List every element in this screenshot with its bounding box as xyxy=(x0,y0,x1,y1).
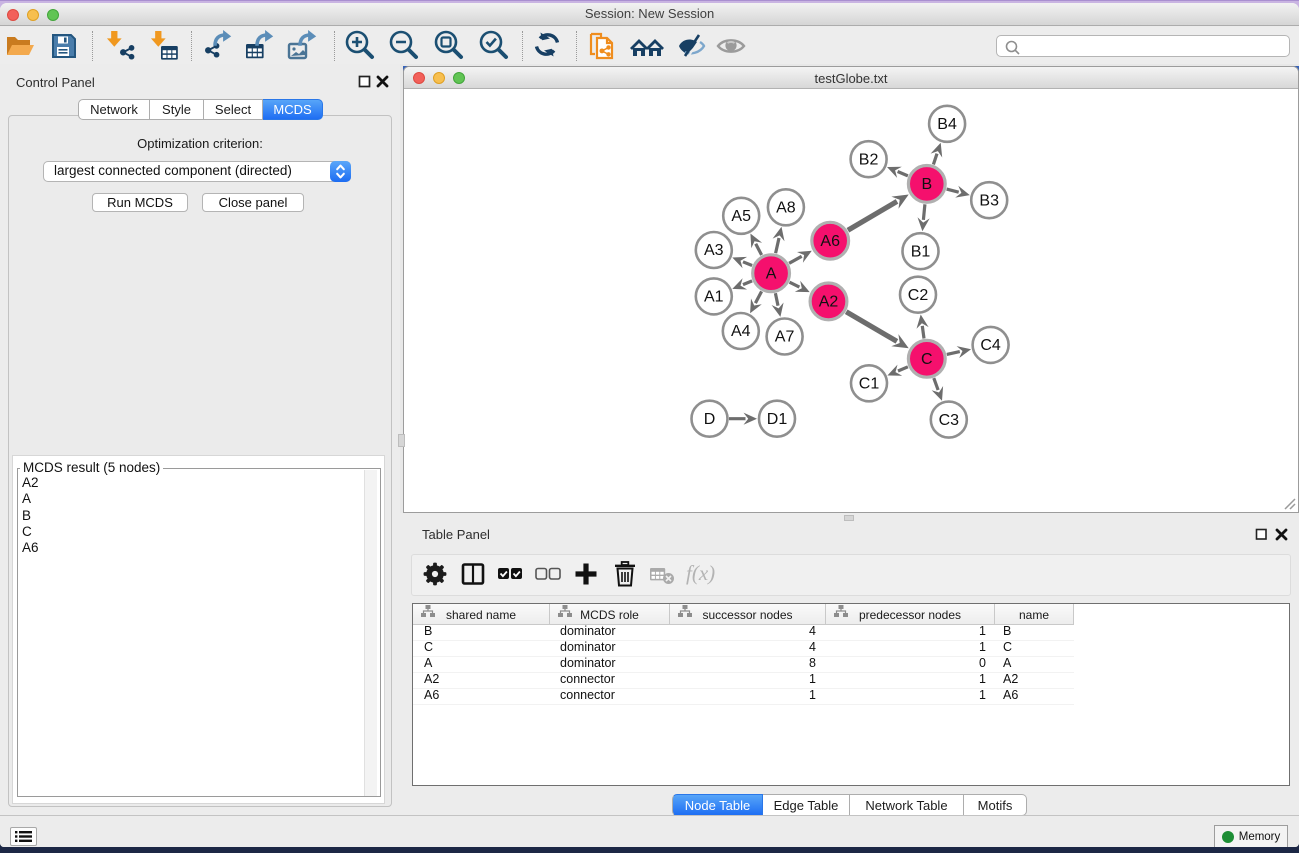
svg-text:A2: A2 xyxy=(819,294,839,311)
svg-text:A7: A7 xyxy=(775,329,795,346)
svg-text:B3: B3 xyxy=(979,192,999,209)
svg-text:A: A xyxy=(766,265,777,282)
svg-text:C3: C3 xyxy=(939,412,960,429)
svg-text:C: C xyxy=(921,351,933,368)
svg-text:A3: A3 xyxy=(704,242,724,259)
svg-text:C2: C2 xyxy=(908,287,929,304)
svg-text:B2: B2 xyxy=(859,151,879,168)
svg-text:C1: C1 xyxy=(859,376,880,393)
svg-text:B1: B1 xyxy=(911,243,931,260)
svg-text:A8: A8 xyxy=(776,200,796,217)
svg-text:D1: D1 xyxy=(767,411,788,428)
svg-text:C4: C4 xyxy=(980,337,1001,354)
svg-text:A6: A6 xyxy=(820,233,840,250)
svg-text:B4: B4 xyxy=(937,116,957,133)
svg-text:A1: A1 xyxy=(704,289,724,306)
svg-text:B: B xyxy=(921,176,932,193)
svg-text:D: D xyxy=(704,411,716,428)
svg-text:A5: A5 xyxy=(731,208,751,225)
svg-text:A4: A4 xyxy=(731,323,751,340)
